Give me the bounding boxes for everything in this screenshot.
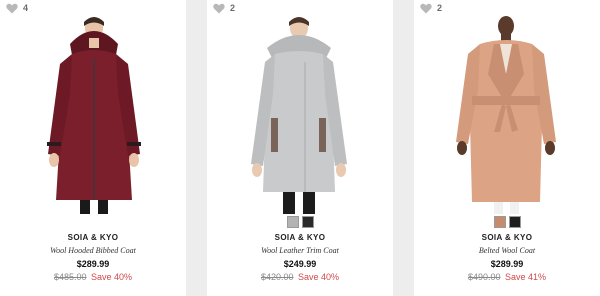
product-brand[interactable]: SOIA & KYO	[414, 233, 600, 242]
product-name[interactable]: Wool Leather Trim Coat	[207, 246, 393, 255]
savings-badge: Save 41%	[505, 272, 547, 282]
original-price: $490.00	[467, 272, 501, 282]
favorite-count: 2	[230, 3, 236, 13]
color-swatches	[207, 216, 393, 228]
price-compare: $490.00 Save 41%	[414, 272, 600, 282]
favorite-count: 4	[23, 3, 29, 13]
favorite-button[interactable]: 4	[6, 3, 28, 14]
price-compare: $420.00 Save 40%	[207, 272, 393, 282]
original-price: $485.00	[53, 272, 87, 282]
product-card[interactable]: 2 SOIA & KYO Wool Leather Trim Coat $249…	[207, 0, 393, 296]
product-image[interactable]	[0, 14, 186, 214]
original-price: $420.00	[260, 272, 294, 282]
savings-badge: Save 40%	[298, 272, 340, 282]
favorite-count: 2	[437, 3, 443, 13]
savings-badge: Save 40%	[91, 272, 133, 282]
favorite-button[interactable]: 2	[420, 3, 442, 14]
product-image[interactable]	[414, 14, 600, 214]
color-swatch[interactable]	[301, 216, 314, 228]
product-brand[interactable]: SOIA & KYO	[207, 233, 393, 242]
product-card[interactable]: 2 SOIA & KYO Belted Wool Coat $289.99 $4…	[414, 0, 600, 296]
product-card[interactable]: 4 SOIA & KYO Wool Hooded Bibbed Coat $28…	[0, 0, 186, 296]
heart-icon	[420, 3, 432, 14]
color-swatch[interactable]	[493, 216, 506, 228]
product-brand[interactable]: SOIA & KYO	[0, 233, 186, 242]
product-price: $289.99	[490, 259, 524, 269]
product-price: $289.99	[76, 259, 110, 269]
product-name[interactable]: Belted Wool Coat	[414, 246, 600, 255]
favorite-button[interactable]: 2	[213, 3, 235, 14]
color-swatch[interactable]	[286, 216, 299, 228]
product-image[interactable]	[207, 14, 393, 214]
heart-icon	[6, 3, 18, 14]
color-swatches	[414, 216, 600, 228]
color-swatch[interactable]	[508, 216, 521, 228]
product-name[interactable]: Wool Hooded Bibbed Coat	[0, 246, 186, 255]
price-compare: $485.00 Save 40%	[0, 272, 186, 282]
heart-icon	[213, 3, 225, 14]
product-price: $249.99	[283, 259, 317, 269]
